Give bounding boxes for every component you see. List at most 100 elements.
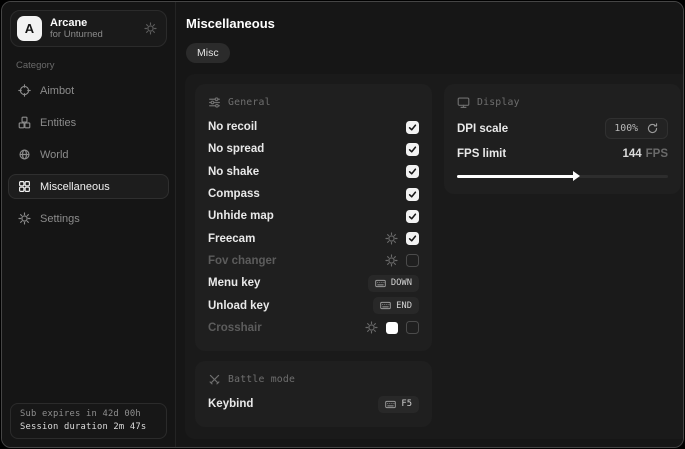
row-controls (365, 321, 419, 334)
setting-row-no-recoil: No recoil (208, 116, 419, 138)
row-controls (385, 254, 419, 267)
keybind-value: F5 (401, 399, 412, 409)
app-title-block: Arcane for Unturned (50, 17, 103, 40)
setting-label: Unload key (208, 300, 269, 312)
swords-icon (208, 373, 221, 386)
gear-icon[interactable] (144, 22, 157, 35)
setting-label: Keybind (208, 398, 253, 410)
battle-card-title: Battle mode (228, 374, 295, 385)
sidebar-item-aimbot[interactable]: Aimbot (8, 78, 169, 103)
row-controls: DOWN (368, 275, 419, 292)
setting-label: No recoil (208, 121, 257, 133)
general-card-header: General (208, 96, 419, 109)
setting-row-keybind: Keybind F5 (208, 393, 419, 415)
setting-row-no-shake: No shake (208, 161, 419, 183)
main-area: Miscellaneous Misc General No recoilNo s… (176, 2, 684, 447)
gear-icon[interactable] (385, 254, 398, 267)
dpi-scale-value: 100% (614, 123, 638, 134)
gear-icon[interactable] (365, 321, 378, 334)
setting-label: Compass (208, 188, 260, 200)
sidebar-item-world[interactable]: World (8, 142, 169, 167)
checkbox[interactable] (406, 143, 419, 156)
fps-limit-value: 144 FPS (622, 148, 668, 160)
checkbox[interactable] (406, 121, 419, 134)
checkbox[interactable] (406, 321, 419, 334)
sidebar-item-settings[interactable]: Settings (8, 206, 169, 231)
sidebar-item-label: Entities (40, 117, 76, 129)
row-controls (406, 165, 419, 178)
sidebar: A Arcane for Unturned Category Aimbot Ent… (2, 2, 176, 447)
keybind-value: DOWN (391, 278, 412, 288)
sidebar-nav: Aimbot Entities World Miscellaneous Settings (2, 78, 175, 231)
cubes-icon (18, 116, 31, 129)
setting-row-menu-key: Menu key DOWN (208, 272, 419, 294)
app-subtitle: for Unturned (50, 29, 103, 40)
setting-label: Fov changer (208, 255, 276, 267)
dpi-scale-selector[interactable]: 100% (605, 118, 668, 139)
keybind-value: END (396, 301, 412, 311)
slider-fill (457, 175, 575, 178)
sidebar-item-label: World (40, 149, 69, 161)
left-column: General No recoil No spread No shake Compas… (195, 84, 432, 427)
fps-limit-row: FPS limit 144FPS (457, 141, 668, 166)
category-label: Category (16, 60, 161, 71)
display-card-title: Display (477, 97, 520, 108)
right-column: Display DPI scale 100% FPS limit 144FPS (444, 84, 681, 194)
setting-row-unload-key: Unload key END (208, 294, 419, 316)
setting-row-compass: Compass (208, 183, 419, 205)
battle-mode-card: Battle mode Keybind F5 (195, 361, 432, 427)
row-controls (406, 188, 419, 201)
color-swatch[interactable] (386, 322, 398, 334)
setting-row-no-spread: No spread (208, 138, 419, 160)
gear-icon[interactable] (385, 232, 398, 245)
row-controls: F5 (378, 396, 419, 413)
app-header-card: A Arcane for Unturned (10, 10, 167, 47)
sliders-icon (208, 96, 221, 109)
dpi-scale-row: DPI scale 100% (457, 116, 668, 141)
row-controls (385, 232, 419, 245)
content-panel: General No recoil No spread No shake Compas… (185, 74, 684, 439)
checkbox[interactable] (406, 210, 419, 223)
setting-row-unhide-map: Unhide map (208, 205, 419, 227)
display-card-header: Display (457, 96, 668, 109)
grid-icon (18, 180, 31, 193)
keybind-button[interactable]: F5 (378, 396, 419, 413)
checkbox[interactable] (406, 165, 419, 178)
tab-misc[interactable]: Misc (186, 43, 230, 63)
fps-unit: FPS (646, 148, 668, 160)
sidebar-item-label: Miscellaneous (40, 181, 110, 193)
general-card-title: General (228, 97, 271, 108)
keybind-button[interactable]: END (373, 297, 419, 314)
keyboard-icon (375, 278, 386, 289)
setting-row-fov-changer: Fov changer (208, 250, 419, 272)
sidebar-item-miscellaneous[interactable]: Miscellaneous (8, 174, 169, 199)
slider-thumb[interactable] (573, 171, 580, 181)
sidebar-item-entities[interactable]: Entities (8, 110, 169, 135)
gear-icon (18, 212, 31, 225)
general-rows: No recoil No spread No shake Compass Unhide … (208, 116, 419, 339)
display-card: Display DPI scale 100% FPS limit 144FPS (444, 84, 681, 194)
checkbox[interactable] (406, 254, 419, 267)
setting-label: Unhide map (208, 210, 274, 222)
row-controls (406, 121, 419, 134)
setting-label: No spread (208, 143, 264, 155)
refresh-icon[interactable] (646, 122, 659, 135)
setting-row-crosshair: Crosshair (208, 317, 419, 339)
crosshair-icon (18, 84, 31, 97)
monitor-icon (457, 96, 470, 109)
keyboard-icon (380, 300, 391, 311)
globe-icon (18, 148, 31, 161)
sidebar-item-label: Aimbot (40, 85, 74, 97)
setting-label: Menu key (208, 277, 260, 289)
checkbox[interactable] (406, 188, 419, 201)
subscription-status-card: Sub expires in 42d 00h Session duration … (10, 403, 167, 439)
battle-rows: Keybind F5 (208, 393, 419, 415)
keybind-button[interactable]: DOWN (368, 275, 419, 292)
checkbox[interactable] (406, 232, 419, 245)
setting-label: No shake (208, 166, 259, 178)
fps-number: 144 (622, 148, 641, 160)
fps-limit-slider[interactable] (457, 171, 668, 182)
keyboard-icon (385, 399, 396, 410)
session-duration-text: Session duration 2m 47s (20, 422, 157, 432)
general-card: General No recoil No spread No shake Compas… (195, 84, 432, 351)
